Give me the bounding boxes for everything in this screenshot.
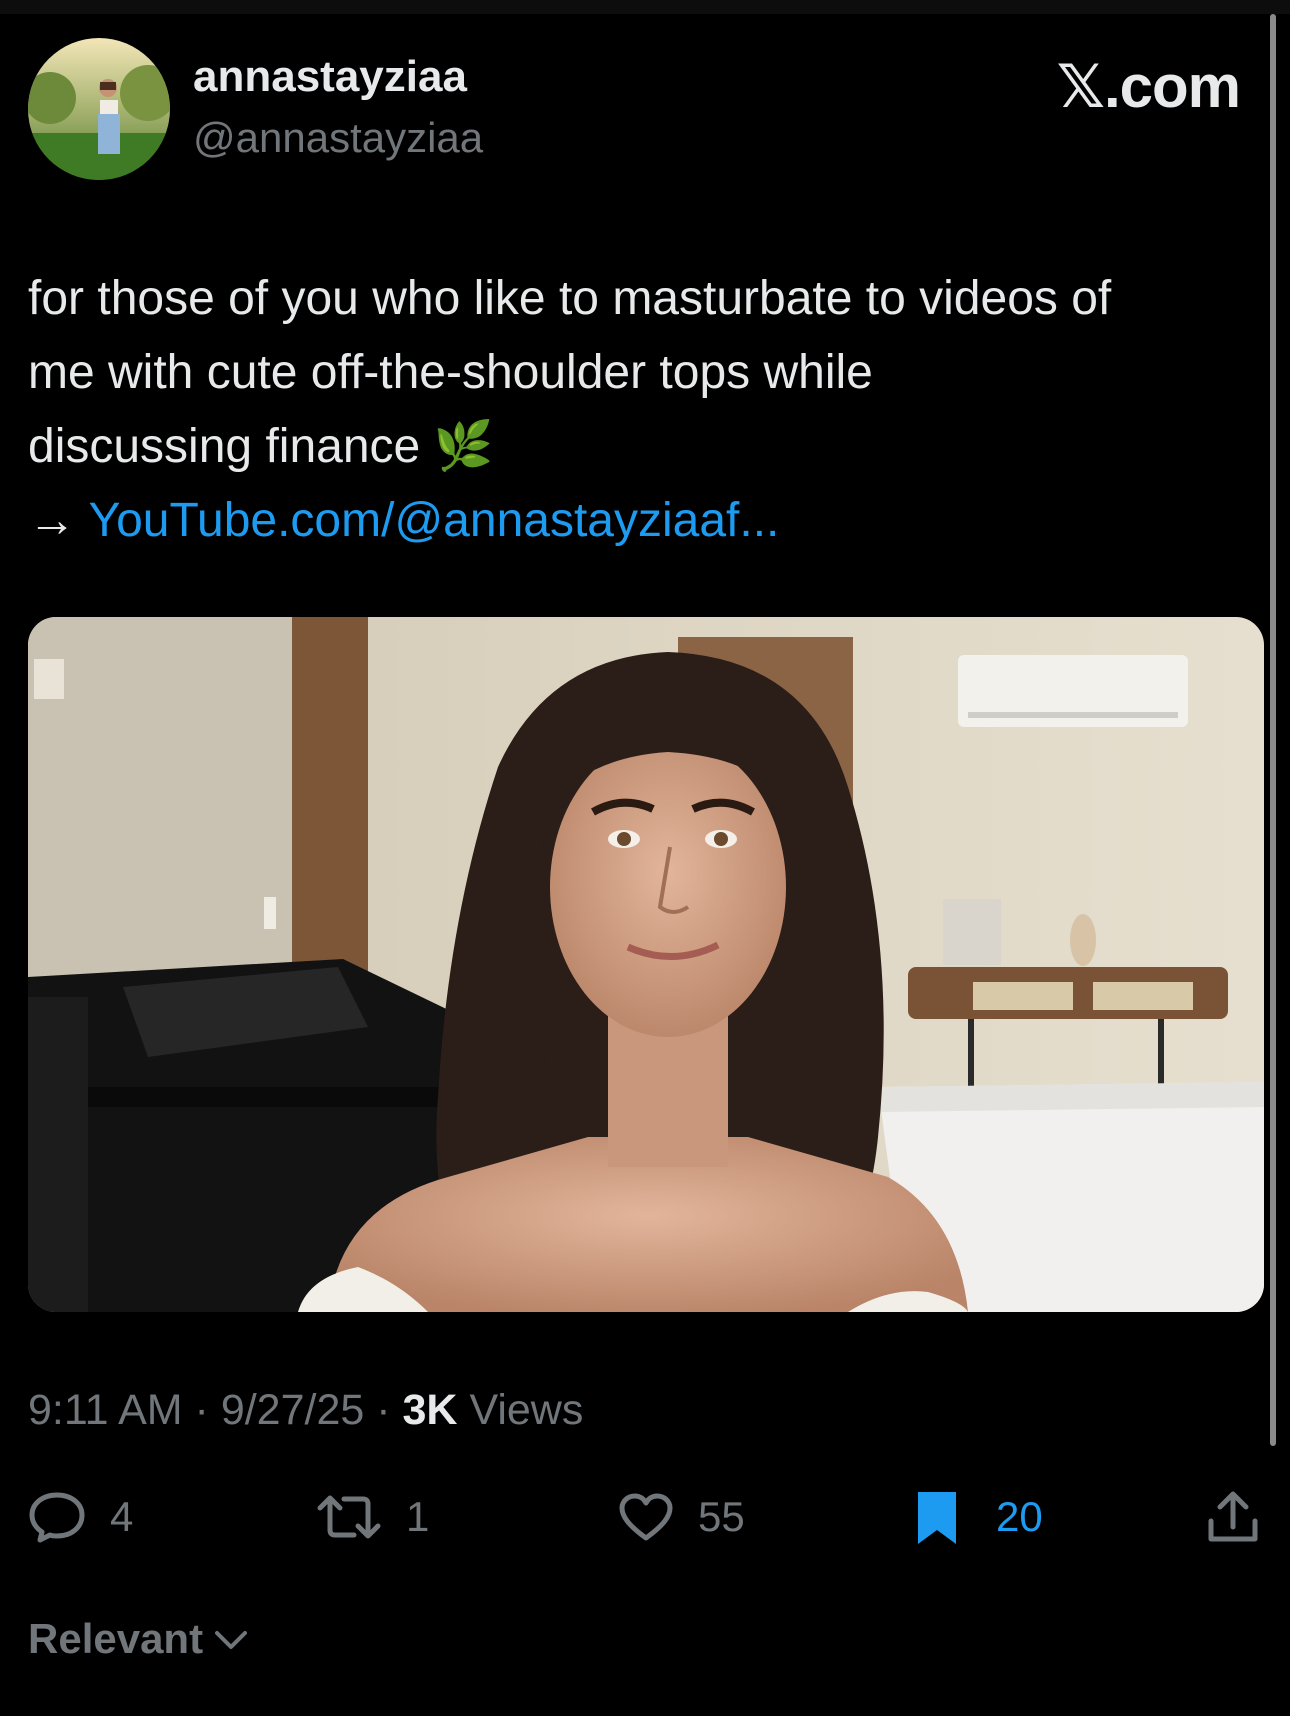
- youtube-link[interactable]: YouTube.com/@annastayziaaf...: [88, 494, 779, 547]
- views-count: 3K: [402, 1386, 458, 1434]
- bookmark-button[interactable]: 20: [914, 1483, 1043, 1551]
- tweet-text-line: me with cute off-the-shoulder tops while: [28, 346, 873, 399]
- top-status-strip: [0, 0, 1290, 14]
- x-logo-watermark: 𝕏.com: [1056, 53, 1241, 120]
- reply-icon: [29, 1492, 85, 1543]
- share-button[interactable]: [1206, 1483, 1260, 1551]
- heart-icon: [619, 1493, 673, 1541]
- scrollbar[interactable]: [1270, 14, 1276, 1446]
- tweet-text-line: discussing finance: [28, 420, 421, 473]
- sort-label: Relevant: [28, 1615, 204, 1662]
- herb-emoji: 🌿: [433, 420, 494, 473]
- author-handle[interactable]: @annastayziaa: [193, 114, 483, 162]
- separator-dot: ·: [194, 1386, 209, 1434]
- chevron-down-icon: [215, 1631, 248, 1649]
- repost-button[interactable]: 1: [316, 1483, 429, 1551]
- reply-button[interactable]: 4: [28, 1483, 133, 1551]
- tweet-text-line: for those of you who like to masturbate …: [28, 272, 1112, 325]
- reply-sort-dropdown[interactable]: Relevant: [28, 1615, 251, 1663]
- bookmark-icon: [918, 1492, 956, 1544]
- tweet-timestamp-views: 9:11 AM · 9/27/25 · 3K Views: [28, 1386, 583, 1435]
- author-display-name[interactable]: annastayziaa: [193, 52, 467, 102]
- tweet-media-image[interactable]: [28, 617, 1264, 1312]
- like-button[interactable]: 55: [618, 1483, 745, 1551]
- arrow-glyph: →: [28, 494, 76, 547]
- reply-count: 4: [110, 1493, 134, 1540]
- share-icon: [1208, 1491, 1258, 1542]
- bookmark-count: 20: [996, 1493, 1043, 1540]
- like-count: 55: [698, 1493, 745, 1540]
- tweet-time[interactable]: 9:11 AM: [28, 1386, 183, 1434]
- repost-count: 1: [406, 1493, 430, 1540]
- repost-icon: [317, 1495, 381, 1539]
- views-label: Views: [469, 1386, 584, 1434]
- tweet-text: for those of you who like to masturbate …: [28, 262, 1268, 558]
- tweet-date[interactable]: 9/27/25: [221, 1386, 364, 1434]
- avatar[interactable]: [28, 38, 170, 180]
- separator-dot: ·: [376, 1386, 391, 1434]
